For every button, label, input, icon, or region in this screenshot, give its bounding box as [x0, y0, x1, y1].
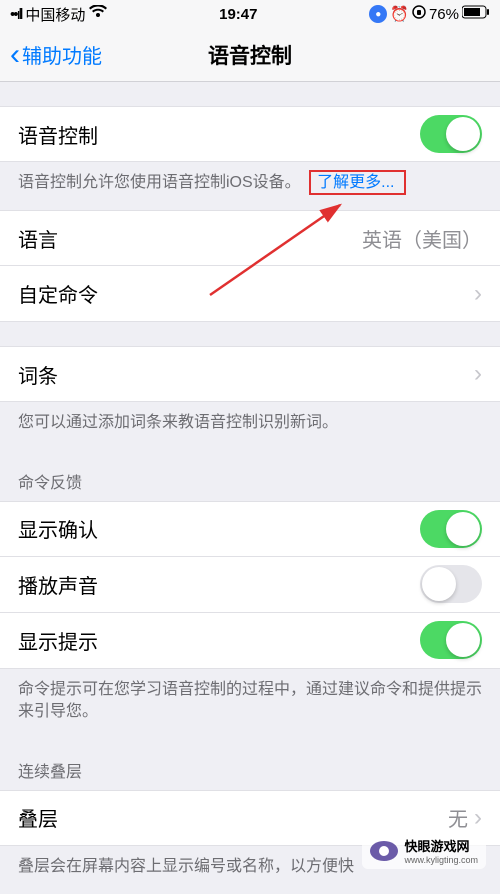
overlay-header: 连续叠层 — [0, 740, 500, 790]
voice-control-row: 语音控制 — [0, 106, 500, 162]
nav-bar: ‹ 辅助功能 语音控制 — [0, 28, 500, 82]
carrier: 中国移动 — [25, 4, 85, 25]
wifi-icon — [89, 5, 107, 23]
show-confirm-toggle[interactable] — [420, 510, 482, 548]
custom-command-row[interactable]: 自定命令 › — [0, 266, 500, 322]
overlay-label: 叠层 — [18, 803, 58, 832]
vocab-label: 词条 — [18, 360, 58, 389]
voice-control-footer: 语音控制允许您使用语音控制iOS设备。 了解更多... — [0, 162, 500, 210]
battery-icon — [462, 5, 490, 23]
chevron-right-icon: › — [474, 360, 482, 388]
time: 19:47 — [219, 6, 257, 23]
show-confirm-row: 显示确认 — [0, 501, 500, 557]
show-confirm-label: 显示确认 — [18, 514, 98, 543]
status-bar: ••ıll 中国移动 19:47 ● ⏰ 76% — [0, 0, 500, 28]
rotation-lock-icon — [412, 5, 426, 23]
learn-more-link[interactable]: 了解更多... — [309, 170, 406, 195]
chevron-right-icon: › — [474, 280, 482, 308]
play-sound-label: 播放声音 — [18, 570, 98, 599]
watermark-name: 快眼游戏网 — [404, 836, 478, 855]
voice-control-label: 语音控制 — [18, 120, 98, 149]
page-title: 语音控制 — [208, 40, 292, 70]
show-hints-toggle[interactable] — [420, 621, 482, 659]
overlay-value: 无 — [448, 803, 468, 832]
back-label: 辅助功能 — [22, 40, 102, 69]
language-value: 英语（美国） — [362, 224, 482, 253]
voice-control-toggle[interactable] — [420, 115, 482, 153]
alarm-icon: ⏰ — [390, 5, 409, 23]
back-button[interactable]: ‹ 辅助功能 — [10, 38, 102, 72]
play-sound-row: 播放声音 — [0, 557, 500, 613]
play-sound-toggle[interactable] — [420, 565, 482, 603]
show-hints-row: 显示提示 — [0, 613, 500, 669]
mic-indicator-icon: ● — [369, 5, 387, 23]
show-hints-label: 显示提示 — [18, 626, 98, 655]
custom-command-label: 自定命令 — [18, 279, 98, 308]
chevron-right-icon: › — [474, 804, 482, 832]
vocab-footer: 您可以通过添加词条来教语音控制识别新词。 — [0, 402, 500, 450]
signal-icon: ••ıll — [10, 6, 21, 23]
watermark: 快眼游戏网 www.kyligting.com — [362, 832, 486, 869]
language-row[interactable]: 语言 英语（美国） — [0, 210, 500, 266]
vocab-row[interactable]: 词条 › — [0, 346, 500, 402]
chevron-left-icon: ‹ — [10, 38, 20, 72]
feedback-footer: 命令提示可在您学习语音控制的过程中，通过建议命令和提供提示来引导您。 — [0, 669, 500, 740]
battery-percent: 76% — [429, 6, 459, 23]
feedback-header: 命令反馈 — [0, 451, 500, 501]
language-label: 语言 — [18, 224, 58, 253]
watermark-url: www.kyligting.com — [404, 855, 478, 865]
watermark-logo-icon — [370, 841, 398, 861]
